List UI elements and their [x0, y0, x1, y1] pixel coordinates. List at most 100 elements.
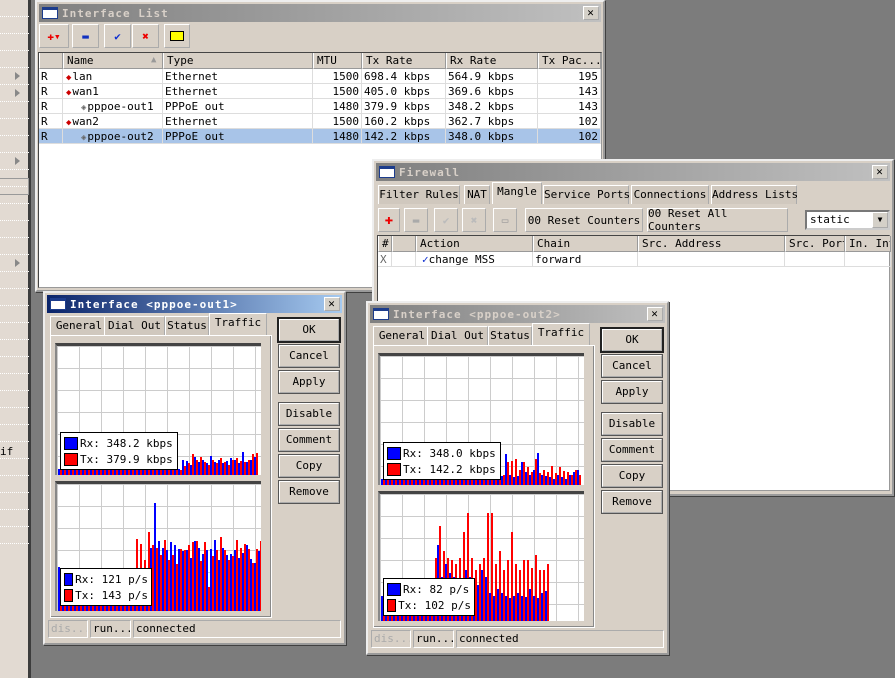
submenu-arrow-icon[interactable] — [15, 72, 20, 80]
tx-bar — [156, 547, 158, 611]
remove-rule-button[interactable]: ▬ — [404, 208, 428, 232]
column-header-name[interactable]: Name — [63, 53, 163, 69]
window-icon — [50, 298, 66, 310]
comment-button[interactable] — [164, 24, 190, 48]
table-row[interactable]: R ◆lan Ethernet 1500 698.4 kbps 564.9 kbps 195 — [39, 69, 601, 84]
comment-button[interactable]: Comment — [278, 428, 340, 452]
column-header-chain[interactable]: Chain — [533, 236, 638, 252]
cell-type: PPPoE out — [163, 99, 313, 114]
interface-window-2: Interface <pppoe-out2> ✕ General Dial Out St… — [366, 301, 669, 655]
firewall-titlebar[interactable]: Firewall ✕ — [376, 163, 890, 181]
disable-button[interactable]: ✖ — [132, 24, 159, 48]
apply-button[interactable]: Apply — [278, 370, 340, 394]
tab-nat[interactable]: NAT — [464, 185, 490, 204]
table-row[interactable]: R ◆wan1 Ethernet 1500 405.0 kbps 369.6 kbps 14… — [39, 84, 601, 99]
sidebar-item-partial[interactable]: if — [0, 445, 13, 458]
column-header-type[interactable]: Type — [163, 53, 313, 69]
rule-row[interactable]: X ✓change MSS forward — [378, 252, 891, 267]
enable-button[interactable]: ✔ — [104, 24, 131, 48]
table-row[interactable]: R ◈pppoe-out2 PPPoE out 1480 142.2 kbps 348.0… — [39, 129, 601, 144]
reset-counters-button[interactable]: 00 Reset Counters — [525, 208, 643, 232]
add-button[interactable]: ✚▾ — [39, 24, 69, 48]
tx-bar — [168, 469, 170, 475]
column-header-in_int[interactable]: In. Int — [845, 236, 891, 252]
tab-general[interactable]: General — [50, 316, 108, 335]
interface-titlebar[interactable]: Interface <pppoe-out1> ✕ — [47, 295, 342, 313]
close-button[interactable]: ✕ — [583, 6, 599, 20]
column-header-tx[interactable]: Tx Rate — [362, 53, 446, 69]
cancel-button[interactable]: Cancel — [601, 354, 663, 378]
copy-button[interactable]: Copy — [278, 454, 340, 478]
tab-traffic[interactable]: Traffic — [532, 323, 590, 345]
ok-button[interactable]: OK — [277, 317, 341, 343]
tx-bar — [431, 479, 433, 485]
tx-bar — [144, 469, 146, 475]
sidebar-selected-item[interactable] — [0, 178, 29, 195]
tab-connections[interactable]: Connections — [631, 185, 709, 204]
tab-service-ports[interactable]: Service Ports — [543, 185, 630, 204]
remove-button[interactable]: ▬ — [72, 24, 99, 48]
disable-button[interactable]: Disable — [278, 402, 340, 426]
tab-mangle[interactable]: Mangle — [492, 182, 542, 204]
column-header-blank[interactable] — [392, 236, 416, 252]
column-header-mtu[interactable]: MTU — [313, 53, 362, 69]
comment-rule-button[interactable]: ▭ — [493, 208, 517, 232]
disable-button[interactable]: Disable — [601, 412, 663, 436]
tx-bar — [244, 462, 246, 475]
tab-address-lists[interactable]: Address Lists — [711, 185, 798, 204]
cell-txp: 143 — [538, 84, 601, 99]
close-button[interactable]: ✕ — [872, 165, 888, 179]
cell-txp: 102 — [538, 129, 601, 144]
tab-traffic[interactable]: Traffic — [209, 313, 267, 335]
column-header-flag[interactable] — [39, 53, 63, 69]
column-header-txp[interactable]: Tx Pac... — [538, 53, 601, 69]
tx-bar — [411, 479, 413, 485]
interface-titlebar[interactable]: Interface <pppoe-out2> ✕ — [370, 305, 665, 323]
legend-tx: Tx: 379.9 kbps — [64, 451, 174, 467]
enable-rule-button[interactable]: ✔ — [434, 208, 458, 232]
submenu-arrow-icon[interactable] — [15, 89, 20, 97]
tab-filter-rules[interactable]: Filter Rules — [378, 185, 460, 204]
table-row[interactable]: R ◆wan2 Ethernet 1500 160.2 kbps 362.7 kbps 10… — [39, 114, 601, 129]
tab-status[interactable]: Status — [165, 316, 209, 335]
tx-bar — [172, 555, 174, 611]
tab-dial-out[interactable]: Dial Out — [104, 316, 165, 335]
close-button[interactable]: ✕ — [324, 297, 340, 311]
column-header-src_port[interactable]: Src. Port — [785, 236, 845, 252]
tx-bar — [240, 547, 242, 611]
column-header-action[interactable]: Action — [416, 236, 533, 252]
tx-bar — [539, 473, 541, 485]
close-button[interactable]: ✕ — [647, 307, 663, 321]
tab-general[interactable]: General — [373, 326, 431, 345]
submenu-arrow-icon[interactable] — [15, 259, 20, 267]
comment-button[interactable]: Comment — [601, 438, 663, 462]
column-header-rx[interactable]: Rx Rate — [446, 53, 538, 69]
tab-status[interactable]: Status — [488, 326, 532, 345]
tx-bar — [483, 557, 485, 621]
chevron-down-icon[interactable]: ▼ — [872, 212, 888, 228]
cancel-button[interactable]: Cancel — [278, 344, 340, 368]
add-rule-button[interactable]: ✚ — [378, 208, 400, 232]
filter-select[interactable]: static ▼ — [805, 210, 890, 230]
submenu-arrow-icon[interactable] — [15, 157, 20, 165]
tx-bar — [248, 459, 250, 475]
remove-button[interactable]: Remove — [278, 480, 340, 504]
tx-bar — [192, 454, 194, 475]
disable-rule-button[interactable]: ✖ — [462, 208, 486, 232]
apply-button[interactable]: Apply — [601, 380, 663, 404]
window-title: Firewall — [399, 165, 460, 179]
reset-all-counters-button[interactable]: 00 Reset All Counters — [647, 207, 788, 233]
column-header-src_address[interactable]: Src. Address — [638, 236, 785, 252]
tx-bar — [519, 469, 521, 485]
table-row[interactable]: R ◈pppoe-out1 PPPoE out 1480 379.9 kbps 348.2… — [39, 99, 601, 114]
legend-rx-text: Rx: 82 p/s — [403, 582, 470, 596]
tx-bar — [220, 458, 222, 475]
remove-button[interactable]: Remove — [601, 490, 663, 514]
tab-dial-out[interactable]: Dial Out — [427, 326, 488, 345]
tx-bar — [479, 563, 481, 621]
column-header-num[interactable]: # — [378, 236, 392, 252]
tx-bar — [575, 469, 577, 485]
ok-button[interactable]: OK — [600, 327, 664, 353]
copy-button[interactable]: Copy — [601, 464, 663, 488]
interface-list-titlebar[interactable]: Interface List ✕ — [39, 4, 601, 22]
